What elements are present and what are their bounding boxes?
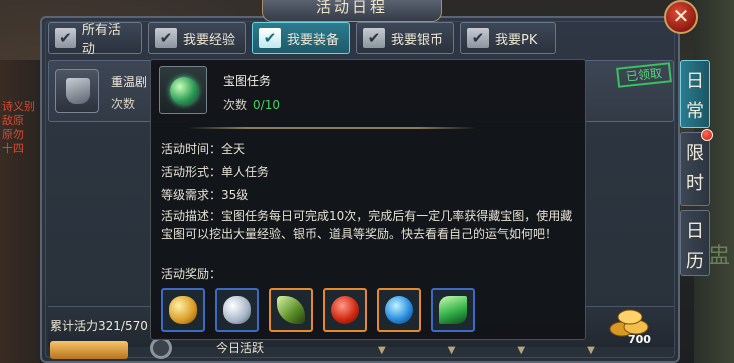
- activity-detail-tooltip: 宝图任务 次数 0/10 活动时间：全天 活动形式：单人任务 等级需求：35级 活…: [150, 59, 586, 340]
- reward-list: [161, 288, 475, 332]
- side-tab-calendar[interactable]: 日 历: [680, 210, 710, 276]
- activity-reward-label: 活动奖励：: [161, 267, 222, 281]
- reward-slot[interactable]: [323, 288, 367, 332]
- check-icon: ✔: [363, 28, 385, 48]
- tab-label: 所有活动: [81, 23, 121, 57]
- reward-slot[interactable]: [431, 288, 475, 332]
- tab-all-activities[interactable]: ✔ 所有活动: [48, 22, 142, 57]
- window-title-text: 活动日程: [315, 0, 388, 16]
- activity-reward-button[interactable]: [50, 341, 128, 359]
- reward-slot[interactable]: [161, 288, 205, 332]
- reward-slot[interactable]: [215, 288, 259, 332]
- treasure-map-icon: [170, 77, 198, 105]
- blue-swirl-icon: [385, 296, 413, 324]
- ring-icon: [150, 337, 172, 359]
- activity-name: 重温剧: [111, 75, 148, 89]
- activity-icon: [55, 69, 99, 113]
- side-tab-limited[interactable]: 限 时: [680, 129, 713, 206]
- window-title: 活动日程: [262, 0, 442, 22]
- check-icon: ✔: [55, 28, 76, 48]
- green-gem-icon: [439, 296, 467, 324]
- silver-coins-icon: [223, 296, 251, 324]
- activity-level-requirement: 等级需求：35级: [161, 188, 249, 202]
- check-icon: ✔: [259, 28, 281, 48]
- side-tab-daily[interactable]: 日 常: [680, 60, 710, 128]
- tab-label: 我要经验: [183, 32, 236, 48]
- progress-markers: ▼▼▼▼: [378, 345, 657, 356]
- reward-slot[interactable]: [377, 288, 421, 332]
- claimed-stamp: 已领取: [616, 62, 672, 88]
- side-tab-label: 限 时: [686, 143, 704, 194]
- reward-slot[interactable]: [269, 288, 313, 332]
- side-tab-label: 日 常: [686, 71, 704, 122]
- jade-claw-icon: [277, 296, 305, 324]
- count-label: 次数: [223, 98, 248, 112]
- count-value: 0/10: [253, 98, 280, 112]
- tab-label: 我要银币: [391, 32, 444, 48]
- today-activity-label: 今日活跃: [216, 341, 265, 355]
- tab-want-pk[interactable]: ✔ 我要PK: [460, 22, 556, 54]
- activity-description: 活动描述：宝图任务每日可完成10次，完成后有一定几率获得藏宝图，使用藏宝图可以挖…: [161, 209, 573, 241]
- red-orb-icon: [331, 296, 359, 324]
- tab-label: 我要PK: [495, 32, 538, 48]
- activity-name: 宝图任务: [223, 74, 272, 88]
- activity-count-label: 次数: [111, 97, 136, 111]
- coin-value: 700: [628, 333, 651, 346]
- gold-coins-icon: [169, 296, 197, 324]
- tab-want-exp[interactable]: ✔ 我要经验: [148, 22, 246, 54]
- divider: [187, 127, 477, 129]
- check-icon: ✔: [155, 28, 177, 48]
- activity-form: 活动形式：单人任务: [161, 165, 270, 179]
- side-tab-label: 日 历: [686, 221, 704, 272]
- check-icon: ✔: [467, 28, 489, 48]
- close-button[interactable]: ✕: [664, 0, 698, 34]
- tab-want-equipment[interactable]: ✔ 我要装备: [252, 22, 350, 54]
- category-tabs: ✔ 所有活动 ✔ 我要经验 ✔ 我要装备 ✔ 我要银币 ✔ 我要PK: [48, 22, 556, 57]
- activity-icon: [159, 66, 207, 114]
- armor-icon: [66, 78, 90, 104]
- tab-label: 我要装备: [287, 32, 340, 48]
- total-activity-text: 累计活力321/570: [50, 319, 148, 333]
- notification-dot-icon: [701, 129, 713, 141]
- seal-icon: 盅: [707, 244, 730, 269]
- background-left-panel: 诗义别 敌原 原勿 十四: [0, 60, 40, 363]
- tab-want-silver[interactable]: ✔ 我要银币: [356, 22, 454, 54]
- close-icon: ✕: [672, 4, 690, 28]
- activity-count: 次数 0/10: [223, 96, 280, 113]
- activity-time: 活动时间：全天: [161, 142, 246, 156]
- background-red-text: 诗义别 敌原 原勿 十四: [2, 100, 35, 155]
- side-tabs: 日 常 限 时 日 历: [680, 60, 713, 280]
